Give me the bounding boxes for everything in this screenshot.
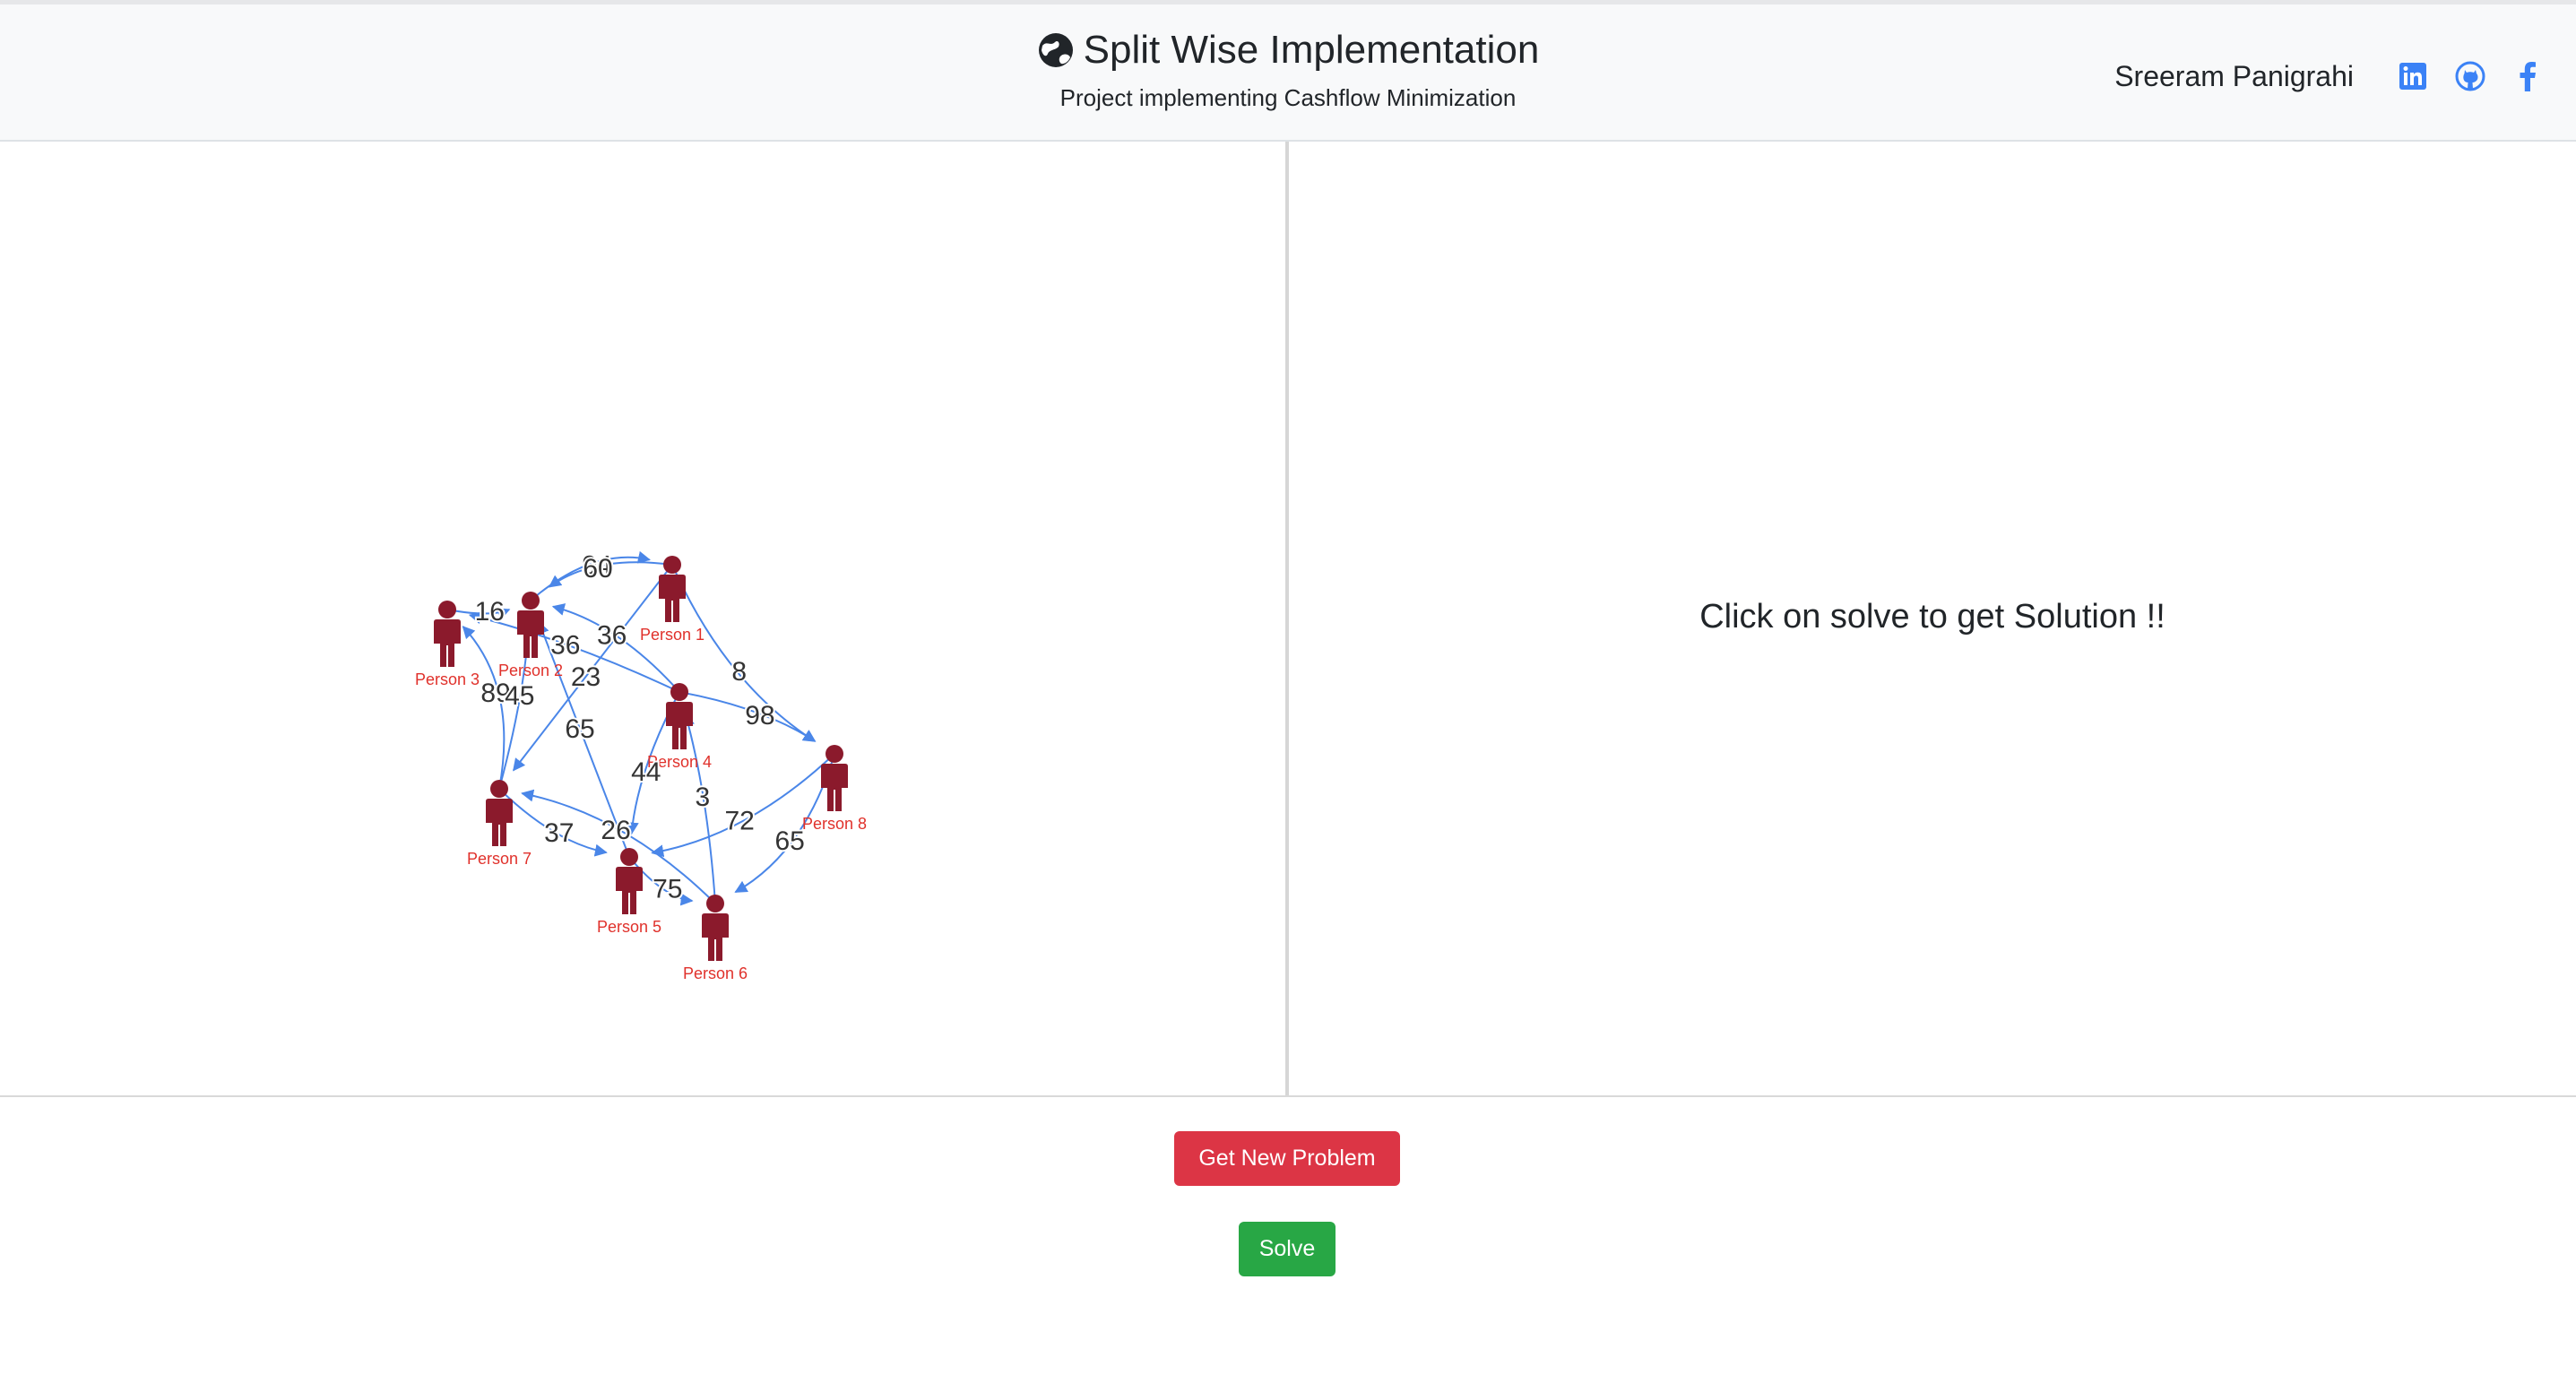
edge-amount-label: 26 bbox=[601, 816, 630, 845]
edge-amount-label: 45 bbox=[505, 681, 534, 711]
person-node[interactable]: Person 8 bbox=[802, 745, 867, 833]
person-label: Person 8 bbox=[802, 815, 867, 833]
main-panels: Person 1 Person 3 Person 2 Person 4 Person 8… bbox=[0, 142, 2576, 1097]
edge-amount-label: 3 bbox=[696, 783, 711, 812]
facebook-icon[interactable] bbox=[2511, 60, 2544, 92]
edge-amount-label: 16 bbox=[475, 597, 505, 627]
person-icon bbox=[522, 592, 540, 610]
globe-icon bbox=[1038, 33, 1073, 67]
solution-panel: Click on solve to get Solution !! bbox=[1289, 142, 2576, 1095]
title-text: Split Wise Implementation bbox=[1083, 28, 1540, 72]
graph-panel[interactable]: Person 1 Person 3 Person 2 Person 4 Person 8… bbox=[0, 142, 1289, 1095]
person-label: Person 2 bbox=[498, 662, 563, 679]
person-icon bbox=[620, 848, 638, 866]
linkedin-icon[interactable] bbox=[2397, 60, 2429, 92]
person-label: Person 3 bbox=[415, 670, 480, 688]
person-icon-body bbox=[659, 575, 686, 622]
edge-amount-label: 60 bbox=[583, 554, 612, 584]
github-icon[interactable] bbox=[2454, 60, 2486, 92]
edge-amount-label: 8 bbox=[731, 657, 747, 687]
person-icon bbox=[490, 780, 508, 798]
author-name: Sreeram Panigrahi bbox=[2114, 59, 2354, 92]
person-node[interactable]: Person 6 bbox=[683, 895, 748, 982]
graph-edge[interactable] bbox=[671, 564, 817, 742]
edge-amount-label: 44 bbox=[631, 757, 661, 787]
transaction-graph[interactable]: Person 1Person 3 Person 2Person 4Person 8… bbox=[0, 142, 1285, 1095]
person-label: Person 6 bbox=[683, 964, 748, 982]
person-icon-body bbox=[517, 610, 544, 658]
solution-placeholder: Click on solve to get Solution !! bbox=[1699, 598, 2165, 636]
person-icon-body bbox=[434, 619, 461, 667]
get-new-problem-button[interactable]: Get New Problem bbox=[1174, 1131, 1400, 1186]
edge-amount-label: 37 bbox=[544, 818, 574, 848]
person-icon bbox=[670, 683, 688, 701]
person-node[interactable]: Person 7 bbox=[467, 780, 532, 868]
person-node[interactable]: Person 1 bbox=[640, 556, 705, 644]
person-label: Person 1 bbox=[640, 626, 705, 644]
edge-amount-label: 75 bbox=[653, 875, 682, 904]
edge-amount-label: 98 bbox=[745, 701, 774, 731]
solve-button[interactable]: Solve bbox=[1239, 1222, 1336, 1276]
person-icon-body bbox=[666, 702, 693, 749]
edge-amount-label: 36 bbox=[550, 631, 580, 661]
person-icon-body bbox=[486, 799, 513, 846]
person-label: Person 5 bbox=[597, 918, 661, 936]
person-node[interactable]: Person 3 bbox=[415, 601, 480, 688]
person-label: Person 7 bbox=[467, 850, 532, 868]
person-icon-body bbox=[616, 867, 643, 914]
person-icon bbox=[663, 556, 681, 574]
edge-amount-label: 36 bbox=[597, 621, 627, 651]
edge-amount-label: 65 bbox=[565, 714, 594, 744]
person-icon-body bbox=[702, 913, 729, 961]
edge-amount-label: 72 bbox=[724, 807, 754, 836]
person-icon bbox=[438, 601, 456, 618]
person-icon bbox=[826, 745, 843, 763]
navbar: Split Wise Implementation Project implem… bbox=[0, 4, 2576, 142]
edge-amount-label: 23 bbox=[571, 662, 601, 692]
person-icon bbox=[706, 895, 724, 912]
edge-amount-label: 65 bbox=[775, 826, 805, 856]
author-area: Sreeram Panigrahi bbox=[2114, 55, 2544, 98]
person-icon-body bbox=[821, 764, 848, 811]
